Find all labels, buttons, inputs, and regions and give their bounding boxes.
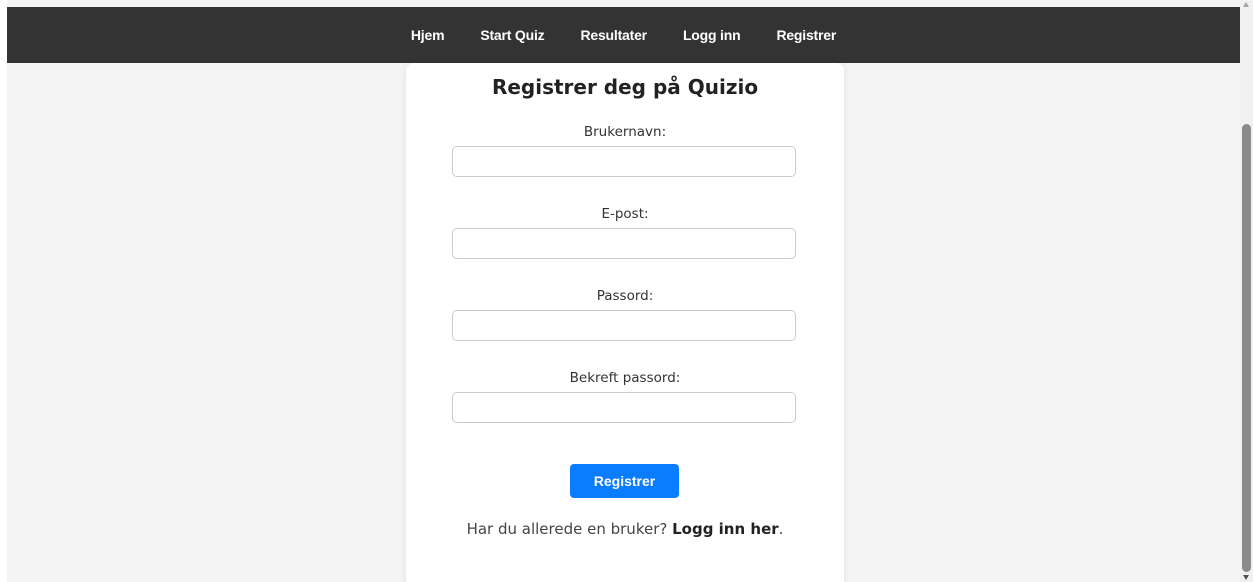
- vertical-scrollbar[interactable]: [1240, 0, 1253, 582]
- password-input[interactable]: [452, 310, 796, 341]
- login-prompt: Har du allerede en bruker? Logg inn her.: [406, 520, 844, 538]
- nav-link-hjem[interactable]: Hjem: [393, 27, 462, 43]
- register-card: Registrer deg på Quizio Brukernavn: E-po…: [406, 63, 844, 582]
- login-link[interactable]: Logg inn her: [672, 520, 779, 538]
- email-input[interactable]: [452, 228, 796, 259]
- top-navbar: Hjem Start Quiz Resultater Logg inn Regi…: [7, 7, 1240, 63]
- scroll-up-arrow-icon[interactable]: [1243, 2, 1249, 7]
- scrollbar-thumb[interactable]: [1242, 124, 1251, 572]
- password-label: Passord:: [596, 288, 654, 304]
- nav-link-resultater[interactable]: Resultater: [562, 27, 664, 43]
- register-button[interactable]: Registrer: [570, 464, 679, 498]
- page: Hjem Start Quiz Resultater Logg inn Regi…: [0, 0, 1253, 582]
- username-label: Brukernavn:: [583, 124, 667, 140]
- scroll-down-arrow-icon[interactable]: [1243, 575, 1249, 580]
- username-input[interactable]: [452, 146, 796, 177]
- nav-link-start-quiz[interactable]: Start Quiz: [462, 27, 562, 43]
- login-prompt-text: Har du allerede en bruker?: [466, 520, 668, 538]
- nav-link-registrer[interactable]: Registrer: [758, 27, 854, 43]
- nav-link-logg-inn[interactable]: Logg inn: [665, 27, 759, 43]
- confirm-password-input[interactable]: [452, 392, 796, 423]
- confirm-password-label: Bekreft passord:: [569, 370, 681, 386]
- page-title: Registrer deg på Quizio: [491, 75, 759, 99]
- left-edge: [0, 0, 7, 582]
- email-label: E-post:: [601, 206, 649, 222]
- login-prompt-suffix: .: [778, 520, 784, 538]
